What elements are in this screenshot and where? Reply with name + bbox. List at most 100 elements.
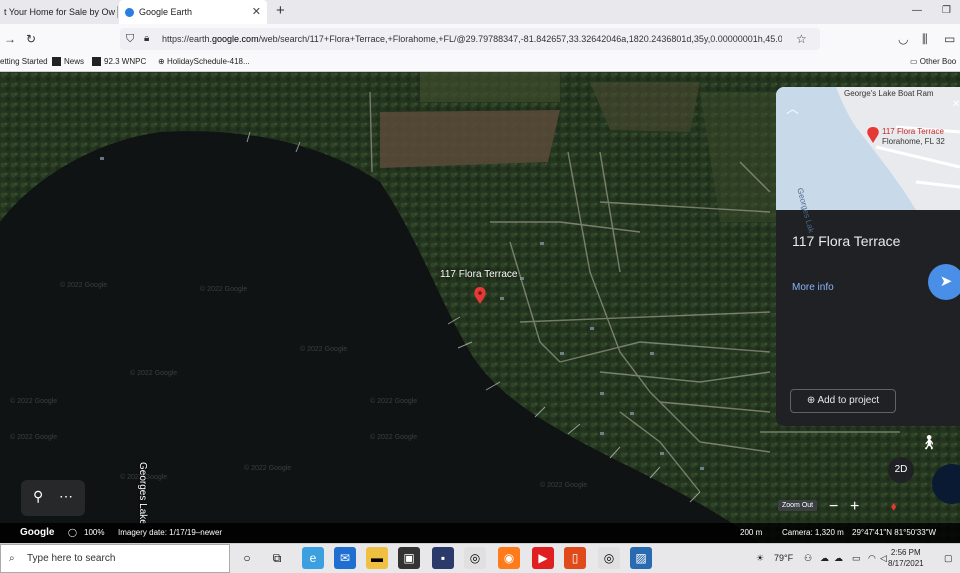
sidebar-icon[interactable]: ▭ (944, 24, 955, 54)
map-watermark: © 2022 Google (370, 398, 418, 405)
url-path: /web/search/117+Flora+Terrace,+Florahome… (258, 34, 782, 44)
bookmark-news[interactable]: News (52, 54, 84, 70)
restore-icon[interactable]: ❐ (942, 0, 951, 22)
add-placemark-icon[interactable]: ⚲ (33, 488, 43, 505)
loading-progress: 100% (84, 528, 105, 537)
tab-separator (117, 6, 118, 18)
clock-date: 8/17/2021 (888, 559, 924, 568)
collapse-panel-icon[interactable]: ︿ (786, 98, 799, 117)
store-icon[interactable]: ▣ (398, 547, 420, 569)
lock-icon[interactable]: 🔒︎ (144, 28, 149, 50)
minimap-address-line1: 117 Flora Terrace (882, 127, 944, 136)
back-icon[interactable]: → (4, 24, 16, 54)
clock-time: 2:56 PM (890, 548, 921, 557)
location-minimap[interactable]: George's Lake Boat Ram 117 Flora Terrace… (776, 87, 960, 234)
minimap-address-line2: Florahome, FL 32 (882, 137, 945, 146)
bookmark-other[interactable]: ▭ Other Boo (910, 54, 956, 70)
people-icon[interactable]: ⚇ (804, 544, 812, 573)
minimize-icon[interactable]: — (912, 0, 922, 22)
add-to-project-label: Add to project (817, 395, 880, 406)
globe-icon: ⊕ (158, 57, 167, 66)
news-favicon-icon (52, 57, 61, 67)
library-icon[interactable]: ⫼ (922, 24, 928, 54)
knowledge-card: George's Lake Boat Ram 117 Flora Terrace… (776, 87, 960, 426)
bookmark-holiday-schedule[interactable]: ⊕ HolidaySchedule-418... (158, 54, 250, 70)
bookmark-wnpc[interactable]: 92.3 WNPC (92, 54, 146, 70)
reload-icon[interactable]: ↻ (26, 24, 36, 54)
search-icon: ⌕ (9, 553, 15, 564)
toggle-2d-button[interactable]: 2D (888, 457, 914, 483)
app-icon[interactable]: ▪ (432, 547, 454, 569)
compass-icon[interactable]: ⬧ (891, 499, 896, 514)
pocket-icon[interactable]: ◡ (898, 24, 908, 54)
close-icon[interactable]: ✕ (952, 99, 960, 110)
map-watermark: © 2022 Google (370, 434, 418, 441)
youtube-icon[interactable]: ▶ (532, 547, 554, 569)
lake-label: Georges Lake (137, 462, 148, 525)
tab-label: Google Earth (139, 7, 193, 17)
photos-icon[interactable]: ▨ (630, 547, 652, 569)
search-placeholder: Type here to search (27, 553, 116, 564)
measure-tool-panel: ⚲ ⋯ (21, 480, 85, 516)
close-tab-icon[interactable]: ✕ (252, 0, 261, 24)
volume-icon[interactable]: ◁ (880, 544, 887, 573)
onedrive-icon[interactable]: ☁ (834, 544, 843, 573)
bookmark-label: HolidaySchedule-418... (166, 57, 250, 66)
windows-taskbar: ⌕ Type here to search ○ ⧉ e ✉ ▬ ▣ ▪ ◎ ◉ ▶… (0, 543, 960, 573)
url-text[interactable]: https://earth.google.com/web/search/117+… (162, 28, 782, 50)
cursor-coordinates: 29°47'41"N 81°50'33"W (852, 528, 937, 537)
minimap-pin-icon (866, 127, 880, 145)
map-watermark: © 2022 Google (540, 482, 588, 489)
mail-icon[interactable]: ✉ (334, 547, 356, 569)
bookmark-label: etting Started (0, 57, 48, 66)
placemark-label[interactable]: 117 Flora Terrace (440, 269, 517, 280)
add-to-project-button[interactable]: ⊕ Add to project (790, 389, 896, 413)
firefox-icon[interactable]: ◉ (498, 547, 520, 569)
shield-icon[interactable]: ⛉ (126, 28, 134, 50)
bookmarks-bar: etting Started News 92.3 WNPC ⊕ HolidayS… (0, 54, 960, 72)
chrome-icon[interactable]: ◎ (464, 547, 486, 569)
map-watermark: © 2022 Google (300, 346, 348, 353)
earth-map-view[interactable]: © 2022 Google © 2022 Google © 2022 Googl… (0, 72, 960, 543)
wnpc-favicon-icon (92, 57, 101, 67)
weather-temp[interactable]: 79°F (774, 544, 793, 573)
cortana-icon[interactable]: ○ (236, 547, 258, 569)
office-icon[interactable]: ▯ (564, 547, 586, 569)
chrome-2-icon[interactable]: ◎ (598, 547, 620, 569)
map-watermark: © 2022 Google (10, 398, 58, 405)
map-watermark: © 2022 Google (60, 282, 108, 289)
tab-google-earth[interactable]: Google Earth ✕ (119, 0, 267, 24)
google-logo: Google (20, 527, 55, 538)
directions-fab-button[interactable]: ➤ (928, 264, 960, 300)
zoom-out-button[interactable]: − (829, 498, 838, 516)
bookmark-star-icon[interactable]: ☆ (796, 28, 807, 50)
bookmark-getting-started[interactable]: etting Started (0, 54, 48, 70)
address-bar[interactable]: ⛉ 🔒︎ https://earth.google.com/web/search… (120, 28, 820, 50)
more-info-link[interactable]: More info (792, 282, 834, 293)
imagery-date[interactable]: Imagery date: 1/17/19–newer (118, 523, 222, 543)
battery-icon[interactable]: ▭ (852, 544, 861, 573)
task-view-icon[interactable]: ⧉ (266, 547, 288, 569)
weather-icon[interactable]: ☀ (756, 544, 764, 573)
url-domain: google.com (212, 34, 259, 44)
file-explorer-icon[interactable]: ▬ (366, 547, 388, 569)
wifi-icon[interactable]: ◠ (868, 544, 876, 573)
taskbar-clock[interactable]: 2:56 PM 8/17/2021 (888, 547, 924, 569)
pegman-icon[interactable]: 🚶︎ (920, 434, 938, 451)
browser-nav-bar: → ↻ ⛉ 🔒︎ https://earth.google.com/web/se… (0, 24, 960, 54)
zoom-out-tooltip: Zoom Out (778, 500, 818, 511)
tab-for-sale-by-owner[interactable]: t Your Home for Sale by Ow (0, 0, 121, 24)
bookmark-label: Other Boo (919, 57, 957, 66)
notifications-icon[interactable]: ▢ (944, 544, 953, 573)
map-watermark: © 2022 Google (10, 434, 58, 441)
earth-status-bar: Google ◯ 100% Imagery date: 1/17/19–newe… (0, 523, 960, 543)
taskbar-search-box[interactable]: ⌕ Type here to search (0, 544, 230, 573)
cloud-icon[interactable]: ☁ (820, 544, 829, 573)
measure-distance-icon[interactable]: ⋯ (59, 488, 73, 505)
edge-icon[interactable]: e (302, 547, 324, 569)
loading-ring-icon: ◯ (68, 528, 77, 537)
browser-tab-bar: t Your Home for Sale by Ow Google Earth … (0, 0, 960, 24)
zoom-in-button[interactable]: + (850, 498, 859, 516)
new-tab-button[interactable]: + (276, 0, 285, 22)
minimap-place-label: George's Lake Boat Ram (844, 89, 934, 98)
